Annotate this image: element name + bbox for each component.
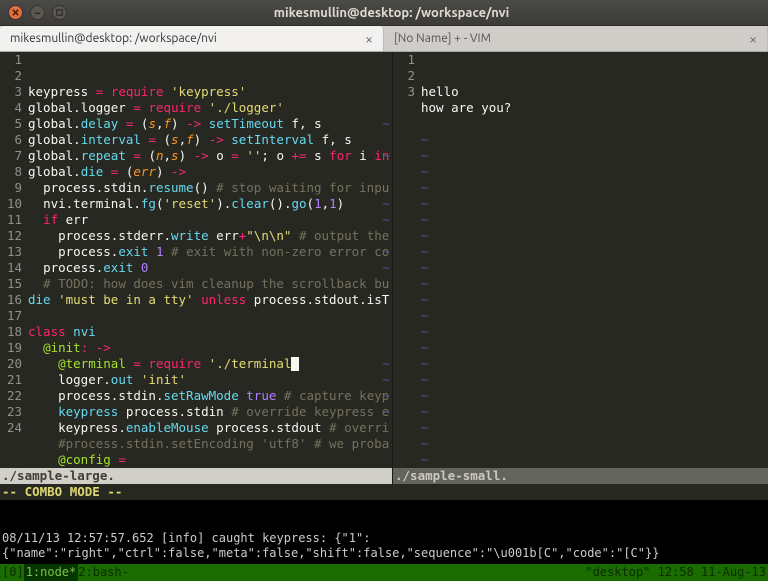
right-pane[interactable]: 123 hellohow are you?~~~~~~~~~~~~~~~~~~~… — [392, 52, 768, 484]
minimize-icon[interactable] — [30, 5, 45, 20]
statusline-right: ./sample-small. — [393, 468, 768, 484]
tab-label: mikesmullin@desktop: /workspace/nvi — [10, 32, 365, 45]
vim-modeline: -- COMBO MODE -- — [0, 484, 768, 500]
log-output: 08/11/13 12:57:57.652 [info] caught keyp… — [0, 500, 768, 564]
window-title: mikesmullin@desktop: /workspace/nvi — [75, 6, 768, 20]
statusline-left: ./sample-large. — [0, 468, 392, 484]
terminal-tabbar: mikesmullin@desktop: /workspace/nvi × [N… — [0, 26, 768, 52]
code-lines[interactable]: hellohow are you?~~~~~~~~~~~~~~~~~~~~~~~ — [421, 52, 768, 468]
close-icon[interactable] — [8, 5, 23, 20]
line-number-gutter: 123 — [393, 52, 421, 468]
tmux-session: [0] — [2, 564, 24, 581]
code-lines[interactable]: keypress = require 'keypress'global.logg… — [28, 52, 392, 468]
window-titlebar: mikesmullin@desktop: /workspace/nvi — [0, 0, 768, 26]
tab-label: [No Name] + - VIM — [394, 32, 749, 45]
line-number-gutter: 123456789101112131415161718192021222324 — [0, 52, 28, 468]
close-icon[interactable]: × — [365, 31, 373, 47]
log-line: 08/11/13 12:57:57.652 [info] caught keyp… — [2, 531, 766, 561]
editor-panes: 123456789101112131415161718192021222324 … — [0, 52, 768, 484]
tab-vim-noname[interactable]: [No Name] + - VIM × — [384, 26, 768, 51]
left-pane[interactable]: 123456789101112131415161718192021222324 … — [0, 52, 392, 484]
tmux-window-active[interactable]: 1:node* — [24, 564, 79, 581]
tab-workspace[interactable]: mikesmullin@desktop: /workspace/nvi × — [0, 26, 384, 51]
window-buttons — [0, 5, 75, 20]
tmux-window[interactable]: 2:bash- — [78, 564, 129, 581]
close-icon[interactable]: × — [749, 31, 757, 47]
maximize-icon[interactable] — [52, 5, 67, 20]
tmux-clock: "desktop" 12:58 11-Aug-13 — [585, 564, 766, 581]
tmux-statusbar[interactable]: [0] 1:node* 2:bash- "desktop" 12:58 11-A… — [0, 564, 768, 581]
